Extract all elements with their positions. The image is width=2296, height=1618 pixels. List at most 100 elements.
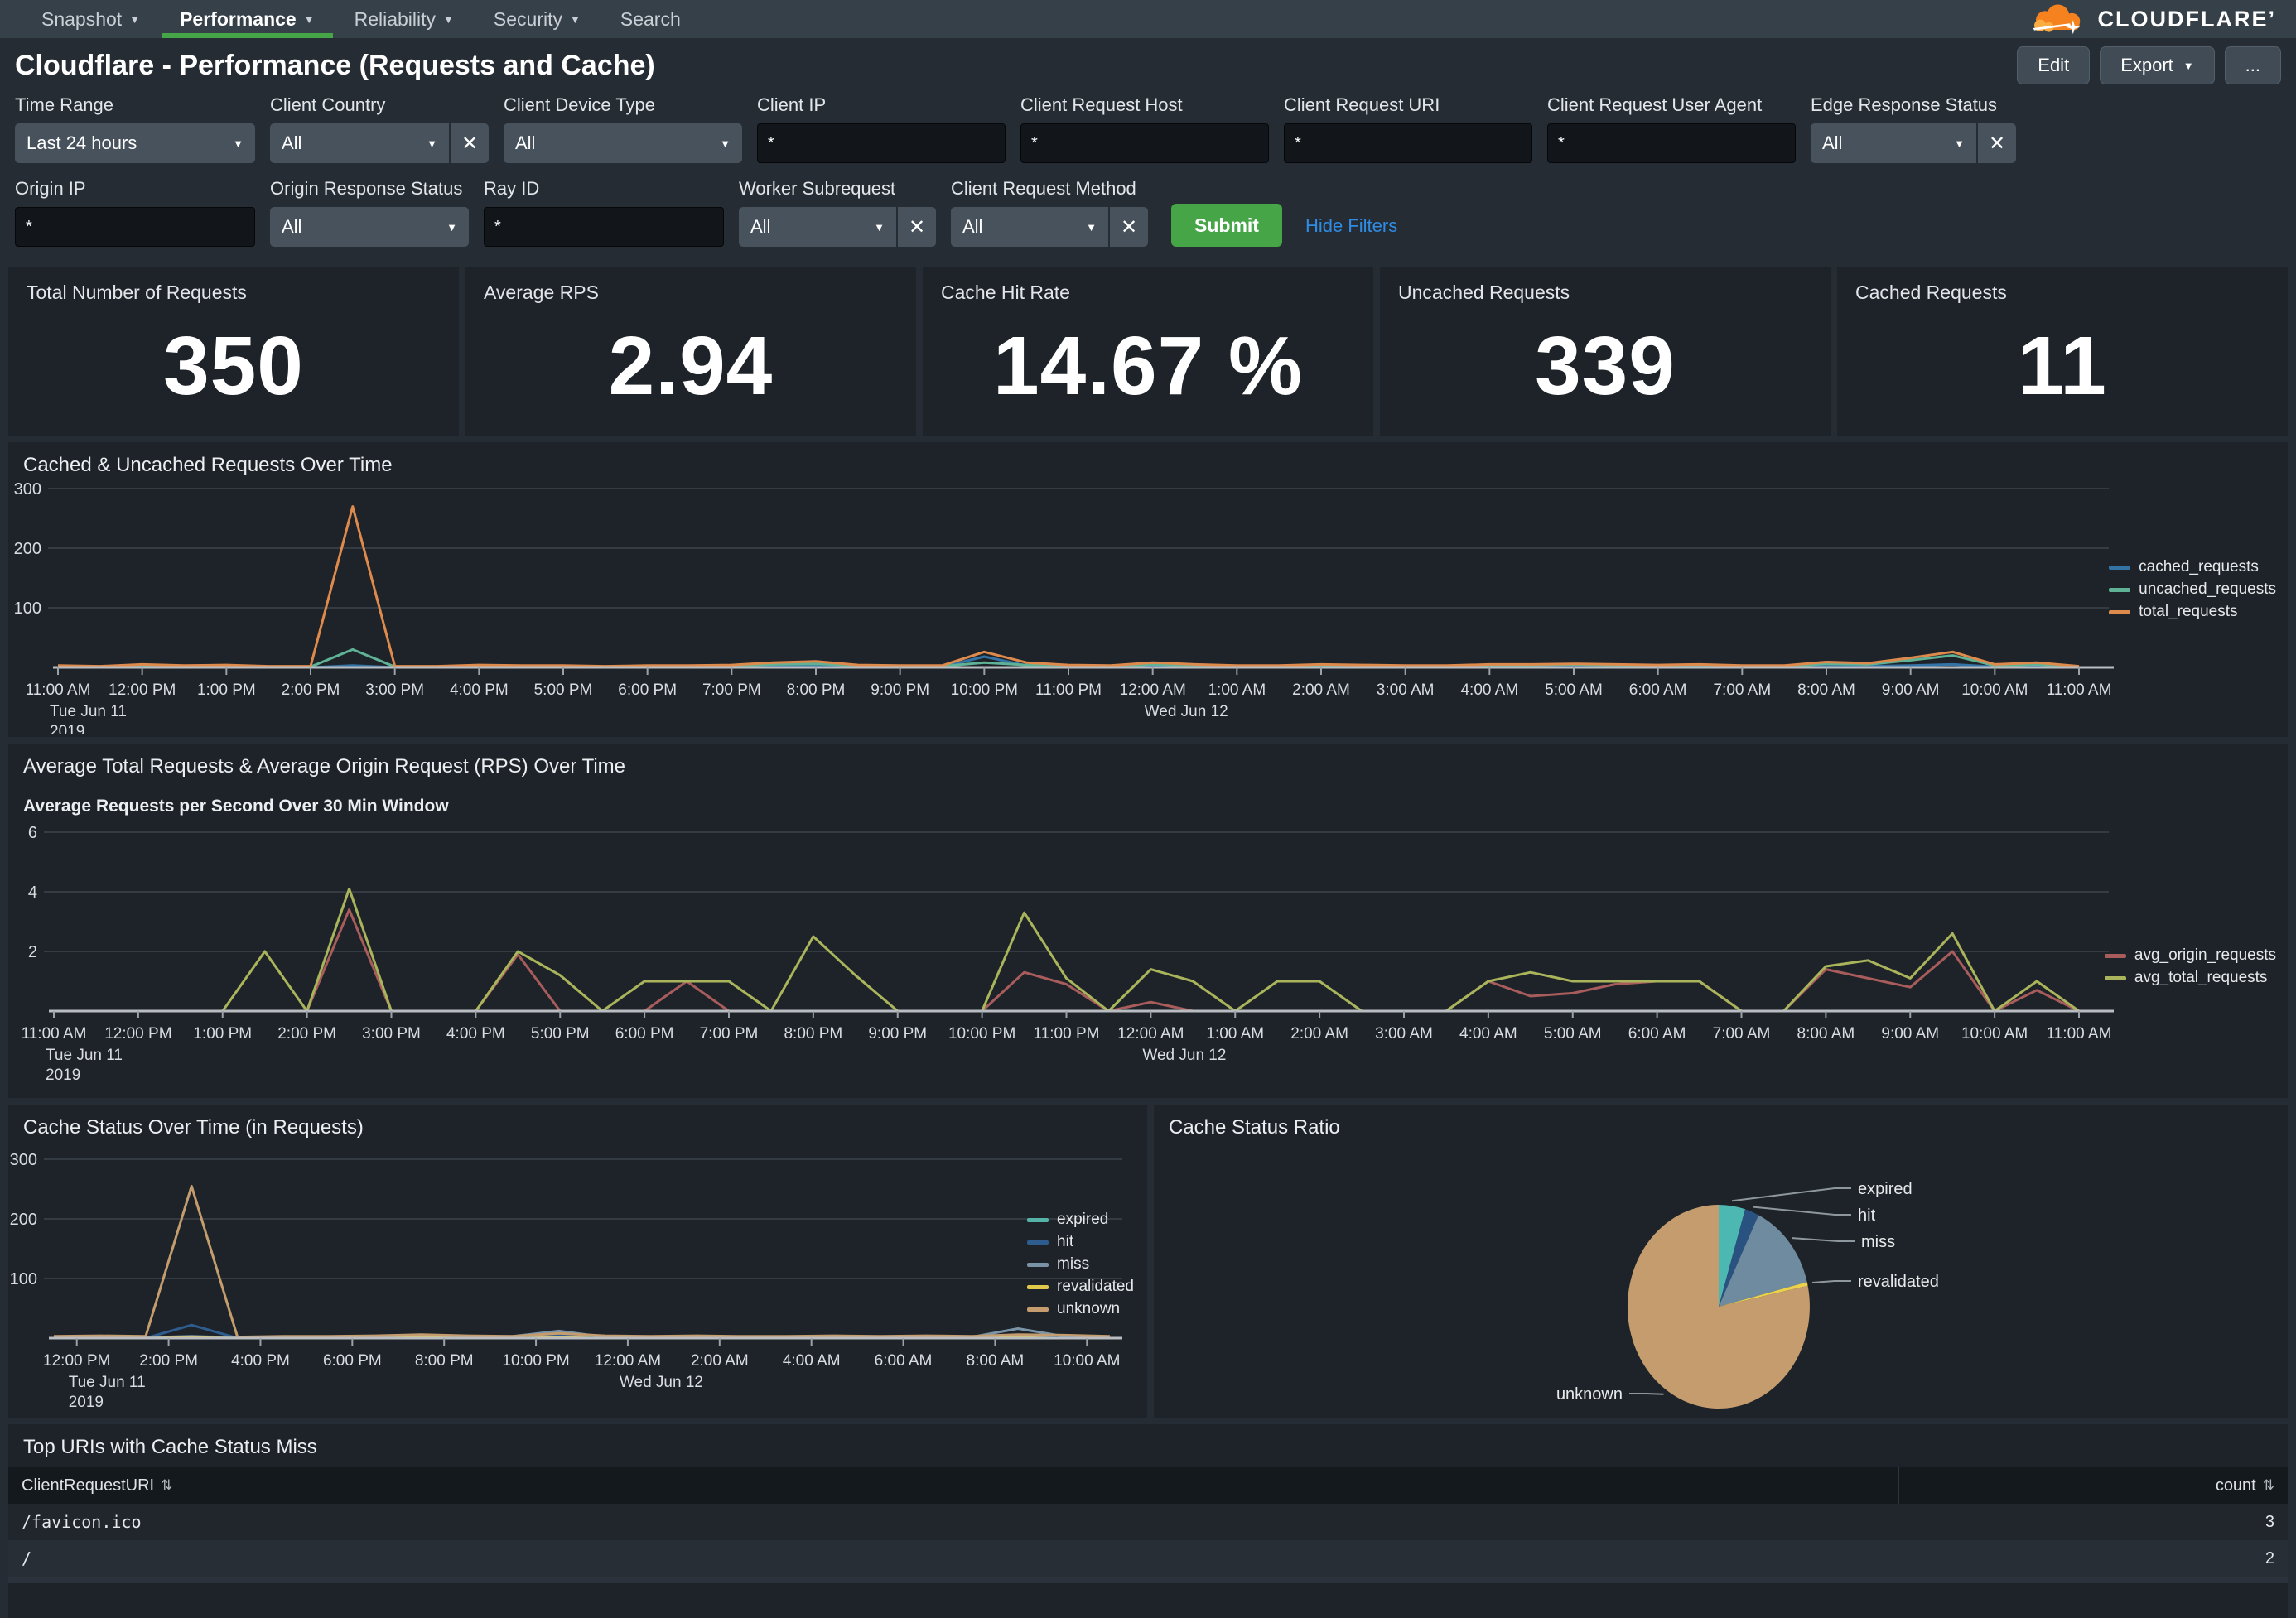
filter-client-request-host: Client Request Host [1020,94,1269,163]
clear-filter-icon[interactable]: ✕ [898,207,936,247]
legend-label: unknown [1057,1300,1120,1318]
chevron-down-icon: ▼ [720,137,731,150]
cache-status-chart[interactable]: 10020030012:00 PM2:00 PM4:00 PM6:00 PM8:… [8,1139,1122,1409]
edge-response-status-select[interactable]: All▼ [1811,123,1976,163]
svg-text:2:00 PM: 2:00 PM [277,1025,336,1043]
legend-item[interactable]: miss [1027,1255,1134,1274]
client-country-select[interactable]: All▼ [270,123,449,163]
svg-text:8:00 AM: 8:00 AM [1797,681,1855,699]
submit-area: Submit Hide Filters [1171,204,1397,247]
svg-text:11:00 AM: 11:00 AM [2047,681,2112,699]
chevron-down-icon: ▼ [427,137,437,150]
column-header-count[interactable]: count⇅ [1898,1467,2288,1504]
legend-item[interactable]: revalidated [1027,1278,1134,1296]
filter-label: Client Request Host [1020,94,1269,116]
legend-item[interactable]: avg_total_requests [2105,969,2276,987]
legend-item[interactable]: unknown [1027,1300,1134,1318]
top-nav: Snapshot ▼ Performance ▼ Reliability ▼ S… [0,0,2296,38]
svg-text:7:00 AM: 7:00 AM [1713,1025,1771,1043]
legend-item[interactable]: hit [1027,1233,1134,1251]
client-request-method-select[interactable]: All▼ [951,207,1108,247]
clear-filter-icon[interactable]: ✕ [1978,123,2016,163]
legend-item[interactable]: avg_origin_requests [2105,946,2276,965]
client-request-user-agent-input[interactable] [1547,123,1796,163]
svg-text:Tue Jun 11: Tue Jun 11 [69,1374,146,1391]
chart-subtitle: Average Requests per Second Over 30 Min … [8,778,2288,816]
submit-button[interactable]: Submit [1171,204,1282,247]
edit-button[interactable]: Edit [2017,46,2090,84]
nav-label: Search [620,8,681,31]
worker-subrequest-select[interactable]: All▼ [739,207,896,247]
header-buttons: Edit Export▼ ... [2017,46,2281,84]
svg-text:expired: expired [1858,1180,1913,1198]
svg-text:2: 2 [28,943,37,961]
svg-text:5:00 AM: 5:00 AM [1545,681,1603,699]
svg-text:3:00 AM: 3:00 AM [1377,681,1435,699]
cache-status-pie-chart[interactable]: expiredhitmissrevalidatedunknown [1154,1139,2288,1416]
svg-text:2:00 AM: 2:00 AM [691,1352,749,1370]
table-row: /2 [8,1540,2288,1577]
legend-swatch [1027,1285,1049,1289]
client-ip-input[interactable] [757,123,1006,163]
legend-item[interactable]: total_requests [2109,603,2276,621]
legend-item[interactable]: cached_requests [2109,558,2276,576]
stat-label: Average RPS [484,282,898,304]
cached-uncached-chart[interactable]: 10020030011:00 AM12:00 PM1:00 PM2:00 PM3… [8,477,2288,734]
client-device-type-select[interactable]: All▼ [504,123,742,163]
filter-client-request-uri: Client Request URI [1284,94,1532,163]
avg-rps-chart[interactable]: 24611:00 AM12:00 PM1:00 PM2:00 PM3:00 PM… [8,816,2288,1083]
svg-text:6: 6 [28,824,37,842]
svg-text:Tue Jun 11: Tue Jun 11 [46,1047,123,1064]
svg-text:9:00 PM: 9:00 PM [868,1025,927,1043]
filters-bar: Time Range Last 24 hours▼ Client Country… [0,89,2296,260]
svg-text:4:00 PM: 4:00 PM [450,681,509,699]
client-request-uri-input[interactable] [1284,123,1532,163]
legend-label: hit [1057,1233,1073,1251]
origin-response-status-select[interactable]: All▼ [270,207,469,247]
nav-item-performance[interactable]: Performance ▼ [160,0,335,38]
export-button[interactable]: Export▼ [2100,46,2214,84]
chevron-down-icon: ▼ [2183,60,2194,72]
more-options-button[interactable]: ... [2225,46,2281,84]
ray-id-input[interactable] [484,207,724,247]
clear-filter-icon[interactable]: ✕ [1110,207,1148,247]
uri-cell: / [8,1548,1898,1568]
legend-item[interactable]: expired [1027,1211,1134,1229]
nav-item-security[interactable]: Security ▼ [474,0,601,38]
svg-text:10:00 AM: 10:00 AM [1054,1352,1120,1370]
svg-text:7:00 PM: 7:00 PM [700,1025,759,1043]
client-request-host-input[interactable] [1020,123,1269,163]
nav-item-reliability[interactable]: Reliability ▼ [335,0,474,38]
chart-legend: avg_origin_requests avg_total_requests [2105,946,2276,987]
stat-uncached-requests: Uncached Requests 339 [1380,267,1831,436]
hide-filters-link[interactable]: Hide Filters [1305,215,1397,237]
svg-text:200: 200 [14,540,41,558]
svg-text:8:00 AM: 8:00 AM [1797,1025,1855,1043]
filter-client-country: Client Country All▼ ✕ [270,94,489,163]
panel-cache-status-ratio: Cache Status Ratio expiredhitmissrevalid… [1154,1105,2288,1418]
column-header-uri[interactable]: ClientRequestURI⇅ [8,1476,1898,1495]
nav-item-snapshot[interactable]: Snapshot ▼ [22,0,160,38]
cache-status-row: Cache Status Over Time (in Requests) 100… [8,1105,2288,1418]
svg-text:12:00 PM: 12:00 PM [109,681,176,699]
brand-text: CLOUDFLARE’ [2098,7,2276,32]
svg-text:300: 300 [10,1151,37,1169]
clear-filter-icon[interactable]: ✕ [451,123,489,163]
stat-label: Cached Requests [1855,282,2269,304]
svg-text:1:00 PM: 1:00 PM [197,681,256,699]
nav-item-search[interactable]: Search [601,0,701,38]
origin-ip-input[interactable] [15,207,255,247]
svg-text:miss: miss [1861,1233,1895,1251]
chart-title: Cached & Uncached Requests Over Time [8,442,2288,477]
time-range-select[interactable]: Last 24 hours▼ [15,123,255,163]
svg-text:9:00 PM: 9:00 PM [871,681,929,699]
svg-text:2:00 PM: 2:00 PM [282,681,340,699]
filter-origin-response-status: Origin Response Status All▼ [270,178,469,247]
nav-label: Reliability [355,8,436,31]
legend-swatch [2109,588,2130,592]
svg-text:1:00 PM: 1:00 PM [193,1025,252,1043]
legend-item[interactable]: uncached_requests [2109,580,2276,599]
svg-text:10:00 PM: 10:00 PM [502,1352,569,1370]
chevron-down-icon: ▼ [570,13,581,26]
panel-avg-rps-chart: Average Total Requests & Average Origin … [8,744,2288,1098]
